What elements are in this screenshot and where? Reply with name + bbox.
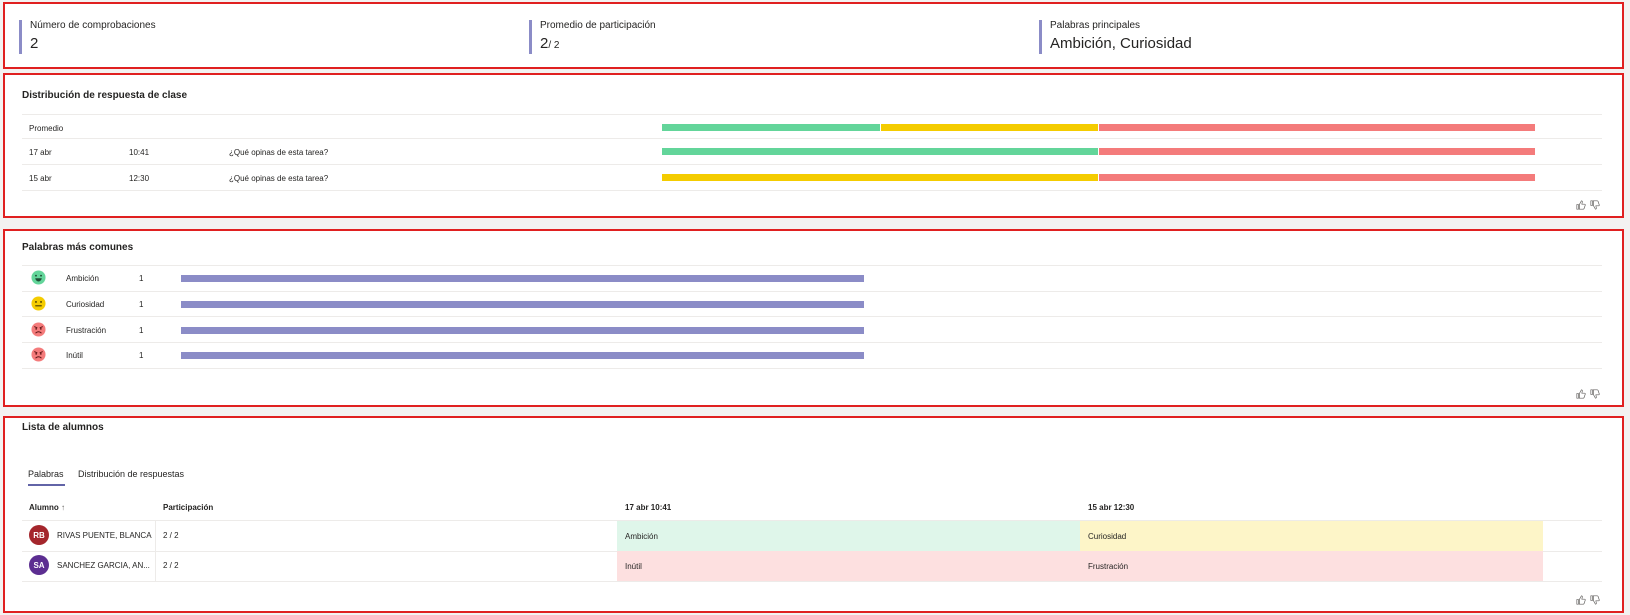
divider xyxy=(22,164,1602,165)
word-label: Frustración xyxy=(66,326,107,335)
word-bar xyxy=(181,301,864,308)
word-count: 1 xyxy=(139,274,144,283)
word-bar xyxy=(181,327,864,334)
thumbs-down-icon[interactable] xyxy=(1590,595,1600,605)
top-words-stat: Palabras principales Ambición, Curiosida… xyxy=(1039,20,1192,54)
row-time: 10:41 xyxy=(129,148,150,157)
student-list-title: Lista de alumnos xyxy=(22,422,104,433)
summary-panel: Número de comprobaciones 2 Promedio de p… xyxy=(3,2,1624,69)
divider xyxy=(22,342,1602,343)
divider xyxy=(22,368,1602,369)
angry-face-icon xyxy=(31,347,46,362)
divider xyxy=(22,114,1602,115)
negative-segment xyxy=(1099,148,1535,155)
neutral-segment xyxy=(662,174,1098,181)
response-cell: Frustración xyxy=(1080,551,1543,581)
distribution-panel: Distribución de respuesta de clase Prome… xyxy=(3,73,1624,218)
top-words-value: Ambición, Curiosidad xyxy=(1050,35,1192,52)
participation-total: / 2 xyxy=(548,40,560,51)
row-question: ¿Qué opinas de esta tarea? xyxy=(229,174,329,183)
student-name[interactable]: SANCHEZ GARCIA, AN... xyxy=(57,561,150,571)
common-words-title: Palabras más comunes xyxy=(22,242,134,253)
checks-value: 2 xyxy=(30,35,39,52)
tab-response-distribution[interactable]: Distribución de respuestas xyxy=(78,469,184,479)
average-label: Promedio xyxy=(29,124,64,133)
participation-label: Promedio de participación xyxy=(540,20,656,31)
angry-face-icon xyxy=(31,322,46,337)
word-bar xyxy=(181,352,864,359)
checks-stat: Número de comprobaciones 2 xyxy=(19,20,156,54)
top-words-label: Palabras principales xyxy=(1050,20,1141,31)
response-cell: Ambición xyxy=(617,521,1080,551)
active-tab-indicator xyxy=(28,484,65,486)
avatar: SA xyxy=(29,555,49,575)
divider xyxy=(22,265,1602,266)
neutral-face-icon xyxy=(31,296,46,311)
word-label: Inútil xyxy=(66,351,83,360)
positive-segment xyxy=(662,148,1098,155)
common-words-panel: Palabras más comunes Ambición 1 Curiosid… xyxy=(3,229,1624,407)
row-time: 12:30 xyxy=(129,174,150,183)
distribution-title: Distribución de respuesta de clase xyxy=(22,90,188,101)
thumbs-up-icon[interactable] xyxy=(1576,200,1586,210)
response-cell: Inútil xyxy=(617,551,1080,581)
feedback-buttons xyxy=(1576,595,1600,605)
sort-ascending-icon: ↑ xyxy=(61,503,66,512)
word-count: 1 xyxy=(139,351,144,360)
column-header-participation[interactable]: Participación xyxy=(163,503,213,512)
student-list-panel: Lista de alumnos Palabras Distribución d… xyxy=(3,416,1624,613)
divider xyxy=(22,316,1602,317)
column-header-student[interactable]: Alumno ↑ xyxy=(29,503,65,512)
positive-segment xyxy=(662,124,880,131)
happy-face-icon xyxy=(31,270,46,285)
negative-segment xyxy=(1099,124,1535,131)
student-participation: 2 / 2 xyxy=(163,561,179,570)
thumbs-up-icon[interactable] xyxy=(1576,389,1586,399)
column-header-label: Alumno xyxy=(29,503,59,512)
student-name[interactable]: RIVAS PUENTE, BLANCA xyxy=(57,531,152,541)
participation-stat: Promedio de participación 2/ 2 xyxy=(529,20,656,54)
neutral-segment xyxy=(880,124,1098,131)
row-date: 17 abr xyxy=(29,148,52,157)
divider xyxy=(22,291,1602,292)
divider xyxy=(22,138,1602,139)
row-question: ¿Qué opinas de esta tarea? xyxy=(229,148,329,157)
negative-segment xyxy=(1099,174,1535,181)
column-header-check-2[interactable]: 15 abr 12:30 xyxy=(1088,503,1134,512)
participation-value: 2/ 2 xyxy=(540,34,656,56)
thumbs-down-icon[interactable] xyxy=(1590,389,1600,399)
word-count: 1 xyxy=(139,300,144,309)
thumbs-down-icon[interactable] xyxy=(1590,200,1600,210)
thumbs-up-icon[interactable] xyxy=(1576,595,1586,605)
tab-words[interactable]: Palabras xyxy=(28,469,64,479)
feedback-buttons xyxy=(1576,389,1600,399)
word-count: 1 xyxy=(139,326,144,335)
avatar: RB xyxy=(29,525,49,545)
word-label: Curiosidad xyxy=(66,300,105,309)
response-cell: Curiosidad xyxy=(1080,521,1543,551)
row-date: 15 abr xyxy=(29,174,52,183)
word-label: Ambición xyxy=(66,274,99,283)
divider xyxy=(22,581,1602,582)
feedback-buttons xyxy=(1576,200,1600,210)
checks-label: Número de comprobaciones xyxy=(30,20,156,31)
divider xyxy=(22,190,1602,191)
column-header-check-1[interactable]: 17 abr 10:41 xyxy=(625,503,671,512)
word-bar xyxy=(181,275,864,282)
student-participation: 2 / 2 xyxy=(163,531,179,540)
